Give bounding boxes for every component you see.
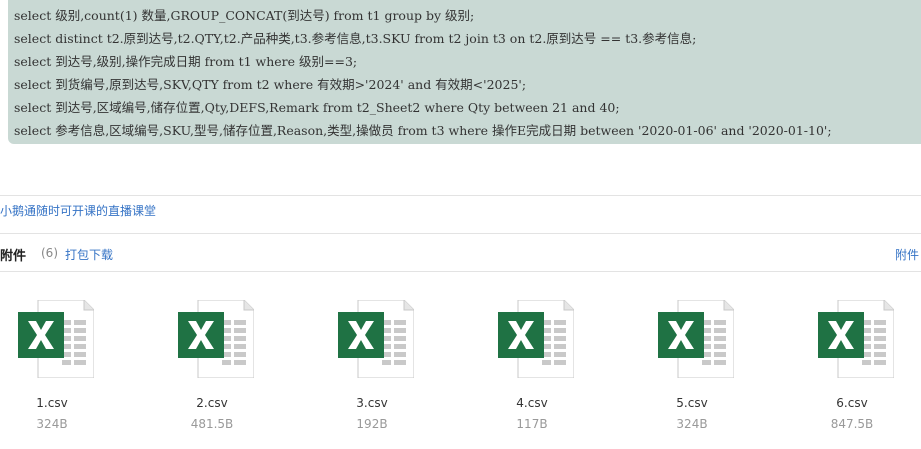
- pack-download-link[interactable]: 打包下载: [65, 246, 113, 263]
- file-tile[interactable]: 1.csv 324B: [0, 296, 112, 446]
- file-size: 324B: [676, 417, 708, 431]
- file-tile[interactable]: 6.csv 847.5B: [792, 296, 912, 446]
- file-tile[interactable]: 5.csv 324B: [632, 296, 752, 446]
- attachments-title: 附件: [0, 249, 27, 264]
- attachments-count: (6): [41, 246, 58, 260]
- file-name: 6.csv: [836, 396, 868, 410]
- file-size: 481.5B: [190, 417, 234, 431]
- file-tile[interactable]: 4.csv 117B: [472, 296, 592, 446]
- file-size: 324B: [36, 417, 68, 431]
- code-line: select 到达号,区域编号,储存位置,Qty,DEFS,Remark fro…: [14, 100, 620, 115]
- file-name: 4.csv: [516, 396, 548, 410]
- file-size: 192B: [356, 417, 388, 431]
- code-line: select 到达号,级别,操作完成日期 from t1 where 级别==3…: [14, 54, 358, 69]
- excel-icon: [338, 300, 414, 378]
- excel-icon: [818, 300, 894, 378]
- promo-link[interactable]: 小鹅通随时可开课的直播课堂: [0, 202, 156, 219]
- divider: [0, 233, 921, 234]
- divider: [0, 271, 921, 272]
- excel-icon: [498, 300, 574, 378]
- divider: [0, 195, 921, 196]
- file-size: 117B: [516, 417, 548, 431]
- excel-icon: [178, 300, 254, 378]
- excel-icon: [18, 300, 94, 378]
- file-tile[interactable]: 3.csv 192B: [312, 296, 432, 446]
- code-line: select distinct t2.原到达号,t2.QTY,t2.产品种类,t…: [14, 31, 697, 46]
- file-name: 1.csv: [36, 396, 68, 410]
- code-block: select 级别,count(1) 数量,GROUP_CONCAT(到达号) …: [8, 0, 921, 144]
- file-name: 5.csv: [676, 396, 708, 410]
- excel-icon: [658, 300, 734, 378]
- file-tile[interactable]: 2.csv 481.5B: [152, 296, 272, 446]
- code-line: select 参考信息,区域编号,SKU,型号,储存位置,Reason,类型,操…: [14, 123, 832, 138]
- code-line: select 级别,count(1) 数量,GROUP_CONCAT(到达号) …: [14, 8, 475, 23]
- file-name: 2.csv: [196, 396, 228, 410]
- file-size: 847.5B: [830, 417, 874, 431]
- file-name: 3.csv: [356, 396, 388, 410]
- attachments-header: 附件 (6) 打包下载 附件: [0, 235, 921, 271]
- attachments-right-link[interactable]: 附件: [895, 246, 919, 263]
- code-line: select 到货编号,原到达号,SKV,QTY from t2 where 有…: [14, 77, 527, 92]
